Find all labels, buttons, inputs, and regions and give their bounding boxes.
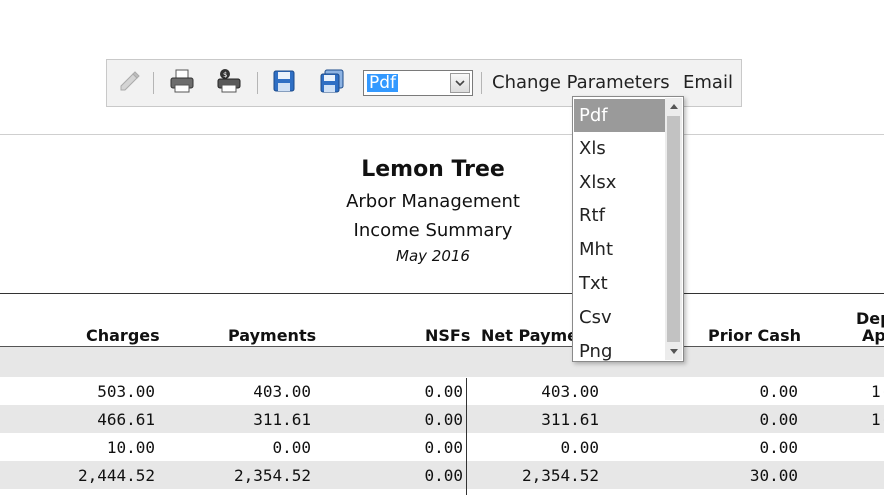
dropdown-option-csv[interactable]: Csv — [574, 301, 665, 334]
svg-text:$: $ — [223, 71, 227, 79]
table-top-rule — [0, 293, 884, 294]
print-button[interactable] — [169, 68, 195, 98]
scroll-down-icon[interactable] — [665, 344, 682, 360]
toolbar-separator — [481, 72, 482, 94]
change-parameters-link[interactable]: Change Parameters — [492, 72, 670, 93]
table-cell-dep: 1( — [871, 382, 884, 401]
table-cell-nsfs: 0.00 — [424, 466, 463, 485]
table-cell-payments: 403.00 — [253, 382, 311, 401]
save-as-button[interactable] — [319, 68, 345, 98]
table-cell-nsfs: 0.00 — [424, 382, 463, 401]
save-button[interactable] — [271, 70, 297, 96]
table-cell-payments: 311.61 — [253, 410, 311, 429]
group-band — [0, 347, 884, 377]
dropdown-option-mht[interactable]: Mht — [574, 233, 665, 266]
header-divider — [0, 134, 884, 135]
print-preview-button[interactable]: $ — [214, 68, 242, 98]
column-header-net-payments: Net Payme — [481, 326, 579, 345]
save-all-icon — [319, 68, 345, 98]
dropdown-option-txt[interactable]: Txt — [574, 267, 665, 300]
dropdown-option-rtf[interactable]: Rtf — [574, 199, 665, 232]
table-cell-nsfs: 0.00 — [424, 438, 463, 457]
report-viewer: $ Pdf Change Parameters Email Lemon Tree… — [0, 0, 884, 495]
export-format-value: Pdf — [367, 73, 399, 93]
table-cell-prior: 30.00 — [749, 466, 798, 485]
report-title: Income Summary — [353, 220, 513, 241]
table-cell-net: 2,354.52 — [521, 466, 599, 485]
table-cell-prior: 0.00 — [759, 410, 798, 429]
chevron-down-icon[interactable] — [450, 73, 470, 93]
pencil-icon — [118, 69, 142, 97]
email-link[interactable]: Email — [683, 72, 733, 93]
printer-icon — [169, 68, 195, 98]
export-format-select[interactable]: Pdf — [363, 70, 473, 96]
scroll-up-icon[interactable] — [665, 98, 682, 114]
column-header-prior-cash: Prior Cash — [708, 326, 802, 345]
table-cell-net: 403.00 — [541, 382, 599, 401]
toolbar-separator — [153, 72, 154, 94]
dropdown-option-png[interactable]: Png — [574, 335, 665, 368]
table-cell-charges: 10.00 — [106, 438, 155, 457]
table-cell-payments: 0.00 — [272, 438, 311, 457]
table-cell-dep: 1( — [871, 410, 884, 429]
company-name: Lemon Tree — [361, 157, 505, 182]
toolbar-separator — [257, 72, 258, 94]
table-cell-nsfs: 0.00 — [424, 410, 463, 429]
table-cell-prior: 0.00 — [759, 438, 798, 457]
dropdown-option-xlsx[interactable]: Xlsx — [574, 166, 665, 199]
floppy-disk-icon — [272, 69, 296, 97]
column-header-payments: Payments — [228, 326, 317, 345]
column-divider — [466, 378, 467, 495]
table-cell-prior: 0.00 — [759, 382, 798, 401]
export-format-dropdown[interactable]: Pdf Xls Xlsx Rtf Mht Txt Csv Png — [572, 96, 684, 362]
dropdown-option-pdf[interactable]: Pdf — [574, 99, 665, 132]
table-cell-payments: 2,354.52 — [233, 466, 311, 485]
table-cell-charges: 503.00 — [97, 382, 155, 401]
table-cell-net: 0.00 — [560, 438, 599, 457]
report-period: May 2016 — [396, 247, 470, 265]
column-header-nsfs: NSFs — [425, 326, 471, 345]
column-header-ap: Ap — [862, 326, 884, 345]
management-name: Arbor Management — [346, 191, 520, 212]
edit-button[interactable] — [117, 70, 143, 96]
scrollbar-thumb[interactable] — [667, 116, 680, 342]
column-header-charges: Charges — [86, 326, 160, 345]
printer-settings-icon: $ — [214, 68, 242, 98]
table-cell-net: 311.61 — [541, 410, 599, 429]
dropdown-option-xls[interactable]: Xls — [574, 132, 665, 165]
table-cell-charges: 2,444.52 — [77, 466, 155, 485]
table-cell-charges: 466.61 — [97, 410, 155, 429]
dropdown-scrollbar[interactable] — [665, 98, 682, 360]
